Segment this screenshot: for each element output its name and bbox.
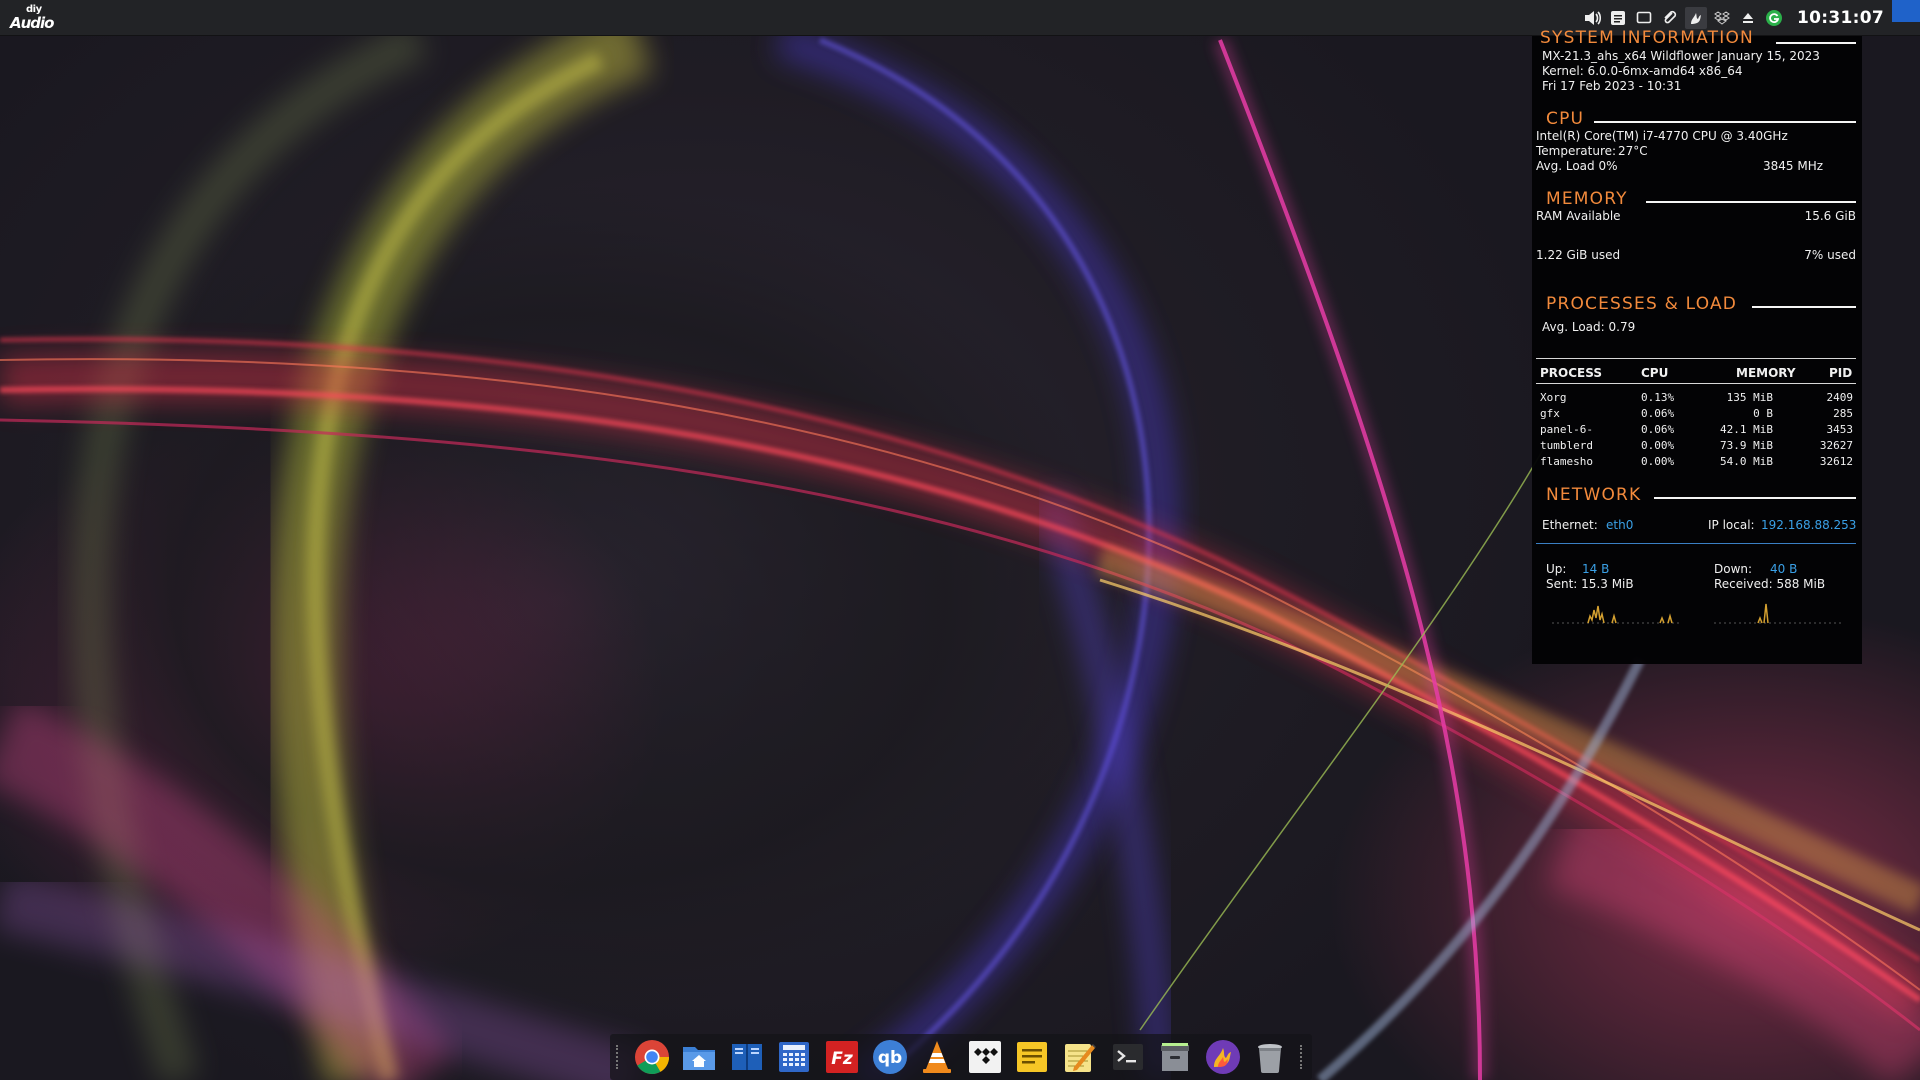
upload-speed: 14 B bbox=[1582, 562, 1610, 576]
vlc-icon[interactable] bbox=[917, 1037, 957, 1077]
flameshot-icon[interactable] bbox=[1203, 1037, 1243, 1077]
process-memory: 73.9 MiB bbox=[1720, 439, 1773, 452]
process-name: panel-6- bbox=[1540, 423, 1593, 436]
filezilla-label: Fz bbox=[831, 1049, 853, 1069]
ram-used-percent: 7% used bbox=[1804, 248, 1856, 262]
total-received: Received: 588 MiB bbox=[1714, 577, 1826, 591]
ethernet-label: Ethernet: bbox=[1542, 518, 1598, 532]
header-process: PROCESS bbox=[1540, 366, 1602, 380]
kernel-info: Kernel: 6.0.0-6mx-amd64 x86_64 bbox=[1542, 64, 1743, 78]
ip-local-address: 192.168.88.253 bbox=[1761, 518, 1857, 532]
process-pid: 32627 bbox=[1819, 439, 1853, 452]
section-divider bbox=[1776, 42, 1856, 44]
archive-icon[interactable] bbox=[1155, 1037, 1195, 1077]
trash-icon[interactable] bbox=[1250, 1037, 1290, 1077]
ram-available-value: 15.6 GiB bbox=[1804, 209, 1856, 223]
flameshot-icon[interactable] bbox=[1685, 6, 1708, 29]
section-divider bbox=[1646, 201, 1856, 203]
download-speed: 40 B bbox=[1770, 562, 1798, 576]
process-name: flamesho bbox=[1540, 455, 1593, 468]
dock-handle-right[interactable] bbox=[1300, 1045, 1306, 1069]
download-graph bbox=[1714, 603, 1844, 624]
cpu-load: Avg. Load 0% bbox=[1536, 159, 1618, 173]
ram-available-label: RAM Available bbox=[1536, 209, 1621, 223]
file-manager-icon[interactable] bbox=[680, 1037, 720, 1077]
notes-icon[interactable] bbox=[1607, 7, 1629, 29]
logo-text-main: Audio bbox=[10, 13, 54, 32]
process-memory: 0 B bbox=[1753, 407, 1773, 420]
upload-label: Up: bbox=[1546, 562, 1567, 576]
process-memory: 135 MiB bbox=[1726, 391, 1773, 404]
dropbox-icon[interactable] bbox=[1711, 7, 1733, 29]
cpu-frequency: 3845 MHz bbox=[1763, 159, 1824, 173]
process-pid: 2409 bbox=[1826, 391, 1854, 404]
cpu-temperature: 27°C bbox=[1618, 144, 1648, 158]
section-divider bbox=[1752, 306, 1856, 308]
network-divider bbox=[1536, 543, 1856, 544]
upload-graph bbox=[1552, 605, 1682, 624]
section-divider bbox=[1594, 121, 1856, 123]
process-cpu: 0.06% bbox=[1641, 423, 1675, 436]
display-icon[interactable] bbox=[1633, 7, 1655, 29]
process-cpu: 0.00% bbox=[1641, 455, 1675, 468]
process-memory: 54.0 MiB bbox=[1720, 455, 1773, 468]
tidal-icon[interactable] bbox=[965, 1037, 1005, 1077]
process-pid: 285 bbox=[1833, 407, 1853, 420]
book-reader-icon[interactable] bbox=[727, 1037, 767, 1077]
process-cpu: 0.06% bbox=[1641, 407, 1675, 420]
eject-icon[interactable] bbox=[1737, 7, 1759, 29]
network-title: NETWORK bbox=[1546, 485, 1642, 505]
clock[interactable]: 10:31:07 bbox=[1797, 8, 1884, 28]
ram-used: 1.22 GiB used bbox=[1536, 248, 1621, 262]
section-divider bbox=[1654, 497, 1856, 499]
conky-system-monitor: SYSTEM INFORMATION MX-21.3_ahs_x64 Wildf… bbox=[1532, 28, 1862, 664]
dock-handle-left[interactable] bbox=[616, 1045, 622, 1069]
process-cpu: 0.00% bbox=[1641, 439, 1675, 452]
chrome-icon[interactable] bbox=[632, 1037, 672, 1077]
process-cpu: 0.13% bbox=[1641, 391, 1675, 404]
process-name: tumblerd bbox=[1540, 439, 1593, 452]
system-information-title: SYSTEM INFORMATION bbox=[1540, 28, 1754, 48]
diyaudio-logo[interactable]: diy Audio bbox=[8, 3, 62, 33]
clip-icon[interactable] bbox=[1659, 7, 1681, 29]
process-name: gfx bbox=[1540, 407, 1560, 420]
process-pid: 3453 bbox=[1826, 423, 1854, 436]
table-divider bbox=[1536, 358, 1856, 359]
process-pid: 32612 bbox=[1819, 455, 1853, 468]
panel-corner-accent bbox=[1892, 0, 1920, 36]
calculator-icon[interactable] bbox=[775, 1037, 815, 1077]
volume-icon[interactable] bbox=[1581, 7, 1603, 29]
header-memory: MEMORY bbox=[1736, 366, 1796, 380]
download-label: Down: bbox=[1714, 562, 1753, 576]
terminal-icon[interactable] bbox=[1108, 1037, 1148, 1077]
ip-local-label: IP local: bbox=[1708, 518, 1755, 532]
memory-title: MEMORY bbox=[1546, 189, 1628, 209]
average-load: Avg. Load: 0.79 bbox=[1542, 320, 1636, 334]
ethernet-interface: eth0 bbox=[1606, 518, 1634, 532]
qbittorrent-label: qb bbox=[877, 1048, 901, 1068]
cpu-temperature-label: Temperature: bbox=[1536, 144, 1617, 158]
date-time: Fri 17 Feb 2023 - 10:31 bbox=[1542, 79, 1682, 93]
application-dock: Fz qb bbox=[610, 1034, 1312, 1080]
text-editor-icon[interactable] bbox=[1060, 1037, 1100, 1077]
os-info: MX-21.3_ahs_x64 Wildflower January 15, 2… bbox=[1542, 49, 1820, 63]
cpu-model: Intel(R) Core(TM) i7-4770 CPU @ 3.40GHz bbox=[1536, 129, 1788, 143]
processes-load-title: PROCESSES & LOAD bbox=[1546, 294, 1738, 314]
qbittorrent-icon[interactable]: qb bbox=[870, 1037, 910, 1077]
update-icon[interactable] bbox=[1763, 7, 1785, 29]
notes-icon[interactable] bbox=[1013, 1037, 1053, 1077]
table-divider bbox=[1536, 383, 1856, 384]
filezilla-icon[interactable]: Fz bbox=[822, 1037, 862, 1077]
header-pid: PID bbox=[1829, 366, 1853, 380]
total-sent: Sent: 15.3 MiB bbox=[1546, 577, 1634, 591]
process-name: Xorg bbox=[1540, 391, 1567, 404]
header-cpu: CPU bbox=[1641, 366, 1669, 380]
cpu-title: CPU bbox=[1546, 109, 1585, 129]
process-memory: 42.1 MiB bbox=[1720, 423, 1773, 436]
